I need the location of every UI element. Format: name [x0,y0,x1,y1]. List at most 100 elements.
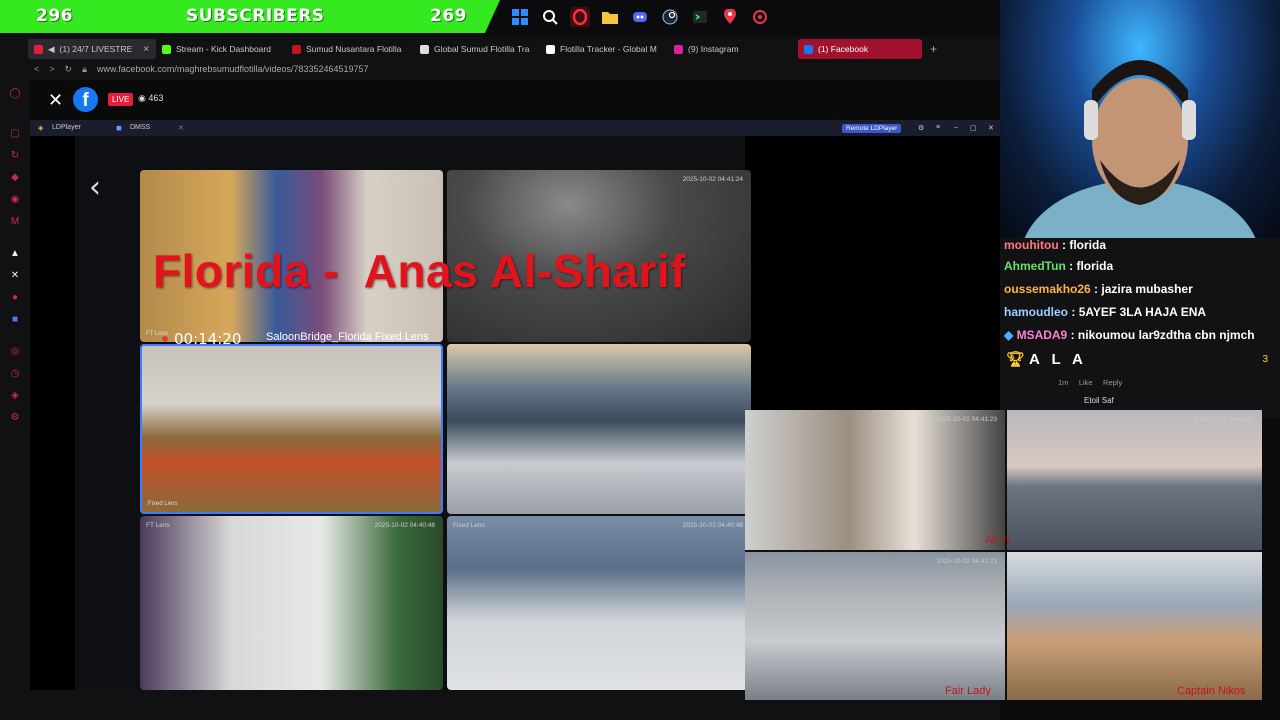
eye-icon: ◉ [138,93,149,103]
chat-username: mouhitou [1004,238,1059,252]
window-menu-icon[interactable]: ≡ [936,124,940,131]
camera-feed-deck[interactable] [447,344,751,514]
trophy-icon: 🏆︎ [1006,351,1030,368]
tab-kick-dashboard[interactable]: Stream - Kick Dashboard [156,39,286,59]
comment-like-button[interactable]: Like [1079,378,1093,387]
search-icon[interactable] [540,7,560,27]
maps-icon[interactable] [720,7,740,27]
inset-label-captain-nikos: Captain Nikos [1177,685,1246,697]
chat-separator: : [1090,282,1102,296]
tab-label: Flotilla Tracker - Global M [560,44,657,54]
webcam-figure [1024,60,1256,238]
chat-username: MSADA9 [1016,328,1068,342]
chat-separator: : [1058,238,1070,252]
sidebar-a-icon[interactable]: ▲ [9,248,21,260]
folder-icon[interactable] [600,7,620,27]
tab-facebook[interactable]: (1) Facebook [798,39,922,59]
subscriber-current-count: 296 [36,6,73,26]
verified-badge-icon: ◆ [1004,328,1017,342]
camera-lens-label: Fixed Lens [148,501,178,507]
chat-username: hamoudleo [1004,305,1069,319]
sidebar-player-icon[interactable]: ◎ [9,346,21,358]
tab-livestream[interactable]: ◀ (1) 24/7 LIVESTRE × [28,39,156,59]
camera-feed-galley[interactable]: FT Lens 2025-10-02 04:40:48 [140,516,443,690]
chat-badge-count: 3 [1262,354,1268,365]
kick-favicon-icon [162,44,171,54]
comment-reply-button[interactable]: Reply [1103,378,1122,387]
sidebar-m-icon[interactable]: M [9,216,21,228]
tab-sumud-nusantara[interactable]: Sumud Nusantara Flotilla [286,39,414,59]
sidebar-history-icon[interactable]: ◷ [9,368,21,380]
subscriber-goal-bar: 296 SUBSCRIBERS 269 [0,0,500,33]
chat-text: florida [1076,259,1114,273]
subscriber-goal-count: 269 [430,6,467,26]
back-chevron-icon[interactable]: ‹ [89,170,101,205]
reload-icon[interactable]: ↻ [65,64,73,75]
sidebar-messenger-icon[interactable]: ▢ [9,128,21,140]
tab-label: (1) Facebook [818,44,869,54]
opera-icon[interactable] [570,7,590,27]
comment-meta: 1m Like Reply [1058,378,1122,387]
back-arrow-icon[interactable]: < [34,64,39,74]
inset-timestamp: 2025-10-02 04:41:22 [1193,416,1254,423]
windows-icon[interactable] [510,7,530,27]
sumud-favicon-icon [292,44,301,54]
tab-flotilla-tracker[interactable]: Flotilla Tracker - Global M [540,39,668,59]
sidebar-shield-icon[interactable]: ■ [9,314,21,326]
inset-feed-captain-nikos [1007,552,1262,700]
tab-close-icon[interactable]: × [143,44,149,55]
stream-screen: 296 SUBSCRIBERS 269 ◯ ▢ ↻ ◆ ◉ M ▲ ✕ ● ■ … [0,0,1280,720]
tracker-favicon-icon [546,44,555,54]
sidebar-settings-icon[interactable]: ⚙ [9,412,21,424]
recording-dot-icon [162,336,168,342]
sidebar-cube-icon[interactable]: ◈ [9,390,21,402]
address-bar-row: < > ↻ 🔒︎ www.facebook.com/maghrebsumudfl… [34,60,994,78]
dmss-tab-close-icon[interactable]: ✕ [178,124,184,132]
camera-lens-label: Fixed Lens [453,522,485,529]
browser-sidebar: ◯ ▢ ↻ ◆ ◉ M ▲ ✕ ● ■ ◎ ◷ ◈ ⚙ [0,80,30,720]
window-minimize-icon[interactable]: – [954,124,958,131]
tab-instagram[interactable]: (9) Instagram [668,39,798,59]
dmss-tab-label[interactable]: DMSS [130,124,150,131]
inset-timestamp: 2025-10-02 04:41:23 [936,416,997,423]
triangle-favicon-icon [420,44,429,54]
sidebar-refresh-icon[interactable]: ↻ [9,150,21,162]
lock-icon: 🔒︎ [82,63,87,74]
dmss-app-screen: ‹ 2025-10-02 04:41:20 FT Lens 2025-10-02… [75,136,751,690]
camera-feed-saloon-selected[interactable]: Fixed Lens [140,344,443,514]
window-settings-icon[interactable]: ⚙ [918,124,924,132]
tab-global-sumud[interactable]: Global Sumud Flotilla Tra [414,39,540,59]
viewer-count: ◉ 463 [138,93,163,104]
opera-logo-icon[interactable]: ◯ [9,88,21,100]
chat-text: florida [1069,238,1106,252]
comment-time: 1m [1058,378,1069,387]
window-close-icon[interactable]: ✕ [988,124,994,132]
sidebar-record-icon[interactable]: ● [9,292,21,304]
forward-arrow-icon[interactable]: > [49,64,54,74]
stream-overlay-title: Florida - Anas Al-Sharif [153,245,687,297]
url-field[interactable]: www.facebook.com/maghrebsumudflotilla/vi… [97,64,369,74]
remote-ldplayer-button[interactable]: Remote LDPlayer [842,124,902,133]
camera-feed-stern[interactable]: Fixed Lens 2025-10-02 04:40:48 [447,516,751,690]
ldplayer-app-name: LDPlayer [52,124,81,131]
streamer-webcam [1000,0,1280,238]
sidebar-x-icon[interactable]: ✕ [9,270,21,282]
chat-username: AhmedTun [1004,259,1066,273]
sidebar-shop-icon[interactable]: ◆ [9,172,21,184]
tab-label: (1) 24/7 LIVESTRE [59,44,133,54]
chat-username: oussemakho26 [1004,282,1091,296]
chat-separator: : [1065,259,1077,273]
camera-timestamp: 2025-10-02 04:40:48 [682,522,743,529]
facebook-logo-icon[interactable]: f [73,87,98,112]
live-badge: LIVE [108,93,134,106]
steam-icon[interactable] [660,7,680,27]
chat-text: jazira mubasher [1101,282,1193,296]
close-icon[interactable]: ✕ [48,90,63,111]
inset-timestamp: 2025-10-02 04:41:23 [936,558,997,565]
new-tab-button[interactable]: + [930,42,937,56]
discord-icon[interactable] [630,7,650,27]
sidebar-game-icon[interactable]: ◉ [9,194,21,206]
settings-icon[interactable] [750,7,770,27]
terminal-icon[interactable] [690,7,710,27]
window-maximize-icon[interactable]: ▢ [970,124,977,132]
